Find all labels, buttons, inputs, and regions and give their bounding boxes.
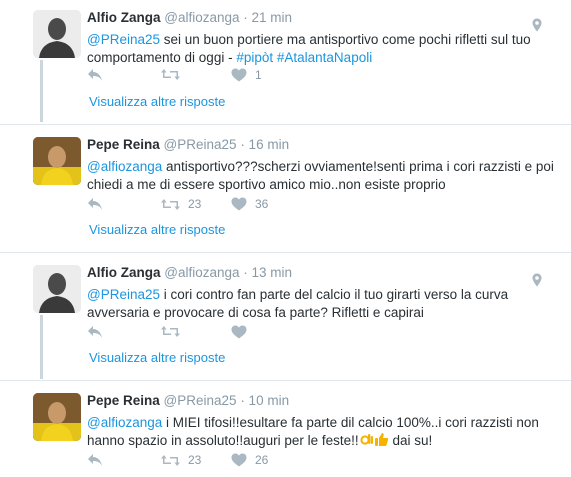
like-button[interactable]: 36 [231, 197, 268, 211]
tweet-text: @alfiozanga antisportivo???scherzi ovvia… [87, 158, 557, 194]
retweet-count: 23 [188, 453, 202, 467]
thumbs-up-emoji [374, 433, 388, 446]
author-handle[interactable]: @PReina25 [164, 137, 237, 152]
like-icon [231, 68, 247, 82]
tweet-actions: 23 36 [87, 197, 387, 213]
author-name[interactable]: Pepe Reina [87, 137, 160, 152]
mention-link[interactable]: @alfiozanga [87, 415, 162, 430]
retweet-button[interactable] [161, 325, 180, 338]
tweet-body-end: dai su! [388, 433, 433, 448]
avatar[interactable] [33, 393, 81, 441]
avatar[interactable] [33, 265, 81, 313]
tweet[interactable]: Alfio Zanga @alfiozanga · 21 min @PReina… [0, 10, 571, 122]
avatar[interactable] [33, 137, 81, 185]
reply-icon [88, 326, 102, 338]
location-icon[interactable] [531, 18, 543, 32]
location-icon[interactable] [531, 273, 543, 287]
like-button[interactable] [231, 325, 247, 339]
tweet[interactable]: Pepe Reina @PReina25 · 10 min @alfiozang… [0, 393, 571, 477]
like-count: 26 [255, 453, 269, 467]
mention-link[interactable]: @PReina25 [87, 32, 160, 47]
mention-link[interactable]: @PReina25 [87, 287, 160, 302]
like-count: 36 [255, 197, 269, 211]
retweet-icon [161, 326, 180, 337]
tweet-actions: 1 [87, 68, 387, 84]
ok-hand-emoji [360, 434, 373, 445]
tweet[interactable]: Pepe Reina @PReina25 · 16 min @alfiozang… [0, 137, 571, 249]
retweet-button[interactable]: 23 [161, 197, 201, 211]
show-more-replies-link[interactable]: Visualizza altre risposte [89, 222, 225, 237]
author-handle[interactable]: @PReina25 [164, 393, 237, 408]
retweet-icon [161, 198, 180, 210]
tweet-text: @PReina25 i cori contro fan parte del ca… [87, 286, 557, 322]
like-icon [231, 325, 247, 339]
show-more-replies-link[interactable]: Visualizza altre risposte [89, 350, 225, 365]
divider [0, 124, 571, 125]
like-icon [231, 453, 247, 467]
tweet-text: @PReina25 sei un buon portiere ma antisp… [87, 31, 557, 67]
retweet-button[interactable] [161, 68, 180, 81]
retweet-button[interactable]: 23 [161, 453, 201, 467]
mention-link[interactable]: @alfiozanga [87, 159, 162, 174]
tweet-header: Pepe Reina @PReina25 · 10 min [87, 393, 289, 408]
timestamp[interactable]: · 10 min [240, 393, 289, 408]
like-icon [231, 197, 247, 211]
reply-button[interactable] [87, 68, 103, 82]
reply-button[interactable] [87, 453, 103, 467]
author-handle[interactable]: @alfiozanga [164, 10, 239, 25]
tweet-header: Alfio Zanga @alfiozanga · 21 min [87, 10, 292, 25]
like-button[interactable]: 26 [231, 453, 268, 467]
divider [0, 252, 571, 253]
avatar[interactable] [33, 10, 81, 58]
reply-icon [88, 454, 102, 466]
tweet-header: Alfio Zanga @alfiozanga · 13 min [87, 265, 292, 280]
show-more-replies-link[interactable]: Visualizza altre risposte [89, 94, 225, 109]
like-count: 1 [255, 68, 262, 82]
author-name[interactable]: Pepe Reina [87, 393, 160, 408]
author-name[interactable]: Alfio Zanga [87, 265, 161, 280]
like-button[interactable]: 1 [231, 68, 262, 82]
reply-icon [88, 69, 102, 81]
retweet-icon [161, 454, 180, 466]
tweet-text: @alfiozanga i MIEI tifosi!!esultare fa p… [87, 414, 557, 450]
reply-button[interactable] [87, 197, 103, 211]
tweet-header: Pepe Reina @PReina25 · 16 min [87, 137, 289, 152]
reply-icon [88, 198, 102, 210]
tweet[interactable]: Alfio Zanga @alfiozanga · 13 min @PReina… [0, 265, 571, 377]
reply-button[interactable] [87, 325, 103, 339]
hashtag-link[interactable]: #AtalantaNapoli [277, 50, 372, 65]
divider [0, 380, 571, 381]
timestamp[interactable]: · 21 min [243, 10, 292, 25]
author-name[interactable]: Alfio Zanga [87, 10, 161, 25]
tweet-actions: 23 26 [87, 453, 387, 469]
retweet-count: 23 [188, 197, 202, 211]
timestamp[interactable]: · 16 min [240, 137, 289, 152]
hashtag-link[interactable]: #pipòt [236, 50, 273, 65]
tweet-actions [87, 325, 387, 341]
timestamp[interactable]: · 13 min [243, 265, 292, 280]
author-handle[interactable]: @alfiozanga [164, 265, 239, 280]
retweet-icon [161, 69, 180, 80]
